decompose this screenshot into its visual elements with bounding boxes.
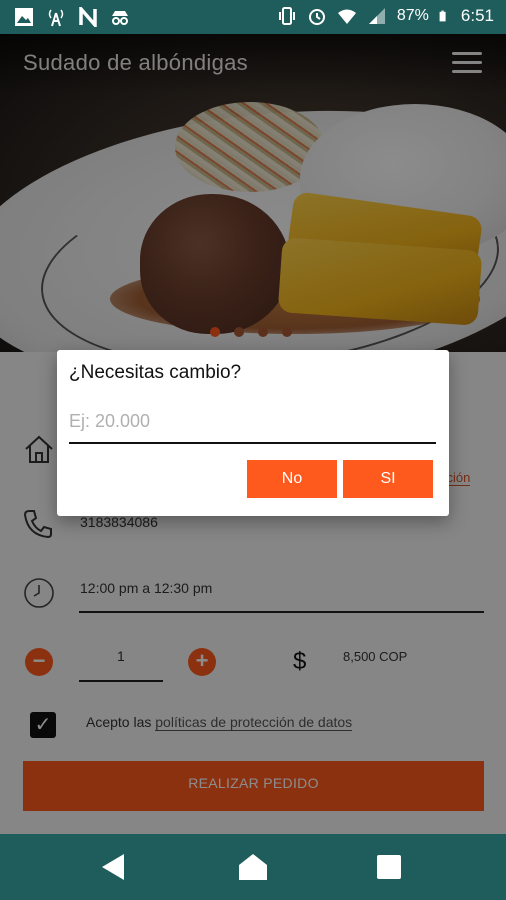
battery-icon (439, 10, 446, 22)
n-app-icon (79, 7, 97, 27)
navigation-bar (0, 834, 506, 900)
status-right: 87% 6:51 (277, 6, 494, 26)
change-dialog: ¿Necesitas cambio? No SI (57, 350, 449, 516)
clock: 6:51 (460, 6, 494, 25)
vibrate-icon (278, 7, 295, 25)
battery-percent: 87% (396, 7, 429, 24)
status-left-icons (14, 7, 130, 27)
back-icon[interactable] (96, 850, 130, 884)
alarm-icon (308, 9, 325, 25)
yes-button[interactable]: SI (343, 460, 433, 498)
wifi-icon (337, 9, 356, 24)
incognito-icon (112, 11, 128, 25)
status-bar: 87% 6:51 (0, 0, 506, 34)
image-icon (15, 8, 33, 26)
cell-signal-icon (368, 8, 385, 24)
signal-tower-icon (48, 9, 64, 27)
change-amount-input[interactable] (69, 400, 436, 444)
no-button[interactable]: No (247, 460, 337, 498)
home-nav-icon[interactable] (236, 850, 270, 884)
recents-icon[interactable] (372, 850, 406, 884)
dialog-title: ¿Necesitas cambio? (69, 362, 242, 383)
